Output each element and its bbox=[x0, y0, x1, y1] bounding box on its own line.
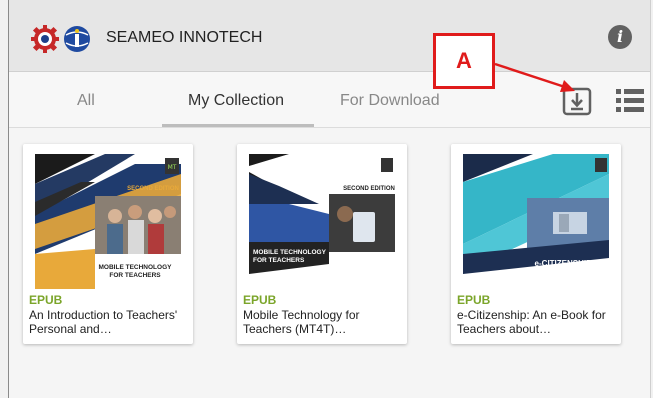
innotech-logo bbox=[64, 26, 90, 52]
tab-all[interactable]: All bbox=[77, 92, 95, 110]
app-window: SEAMEO INNOTECH i All My Collection For … bbox=[8, 0, 651, 398]
active-tab-indicator bbox=[162, 124, 314, 127]
book-cover-art: SECOND EDITION MOBILE TECHNOLOGY FOR TEA… bbox=[249, 154, 395, 289]
book-card[interactable]: SECOND EDITION MOBILE TECHNOLOGY FOR TEA… bbox=[237, 144, 407, 344]
tab-my-collection[interactable]: My Collection bbox=[188, 92, 284, 110]
svg-text:MT: MT bbox=[168, 164, 177, 171]
svg-text:MOBILE TECHNOLOGY: MOBILE TECHNOLOGY bbox=[253, 249, 327, 256]
book-format: EPUB bbox=[29, 293, 63, 307]
book-format: EPUB bbox=[243, 293, 277, 307]
svg-text:SECOND EDITION: SECOND EDITION bbox=[127, 186, 179, 192]
book-cover-art: e-CITIZENSHIP bbox=[463, 154, 609, 289]
book-title: e-Citizenship: An e-Book for Teachers ab… bbox=[457, 308, 606, 336]
svg-text:FOR TEACHERS: FOR TEACHERS bbox=[253, 257, 305, 264]
book-card[interactable]: MT SECOND EDITION MOBILE TECHNOLOGY FOR … bbox=[23, 144, 193, 344]
seameo-logo bbox=[31, 25, 59, 53]
svg-text:MOBILE TECHNOLOGY: MOBILE TECHNOLOGY bbox=[99, 264, 173, 271]
book-title: An Introduction to Teachers' Personal an… bbox=[29, 308, 178, 336]
annotation-label: A bbox=[433, 33, 495, 89]
tab-for-download[interactable]: For Download bbox=[340, 92, 440, 110]
svg-text:SECOND EDITION: SECOND EDITION bbox=[343, 186, 395, 192]
annotation-arrow bbox=[494, 62, 575, 92]
book-cover: SECOND EDITION MOBILE TECHNOLOGY FOR TEA… bbox=[249, 154, 395, 289]
svg-text:e-CITIZENSHIP: e-CITIZENSHIP bbox=[535, 259, 593, 268]
app-title: SEAMEO INNOTECH bbox=[106, 29, 263, 46]
info-icon[interactable]: i bbox=[608, 25, 632, 49]
book-card[interactable]: e-CITIZENSHIP EPUB e-Citizenship: An e-B… bbox=[451, 144, 621, 344]
book-title: Mobile Technology for Teachers (MT4T)… bbox=[243, 308, 360, 336]
book-cover: e-CITIZENSHIP bbox=[463, 154, 609, 289]
book-cover: MT SECOND EDITION MOBILE TECHNOLOGY FOR … bbox=[35, 154, 181, 289]
book-cover-art: MT SECOND EDITION MOBILE TECHNOLOGY FOR … bbox=[35, 154, 181, 289]
book-format: EPUB bbox=[457, 293, 491, 307]
list-view-icon[interactable] bbox=[616, 88, 644, 114]
svg-text:FOR TEACHERS: FOR TEACHERS bbox=[109, 272, 161, 279]
